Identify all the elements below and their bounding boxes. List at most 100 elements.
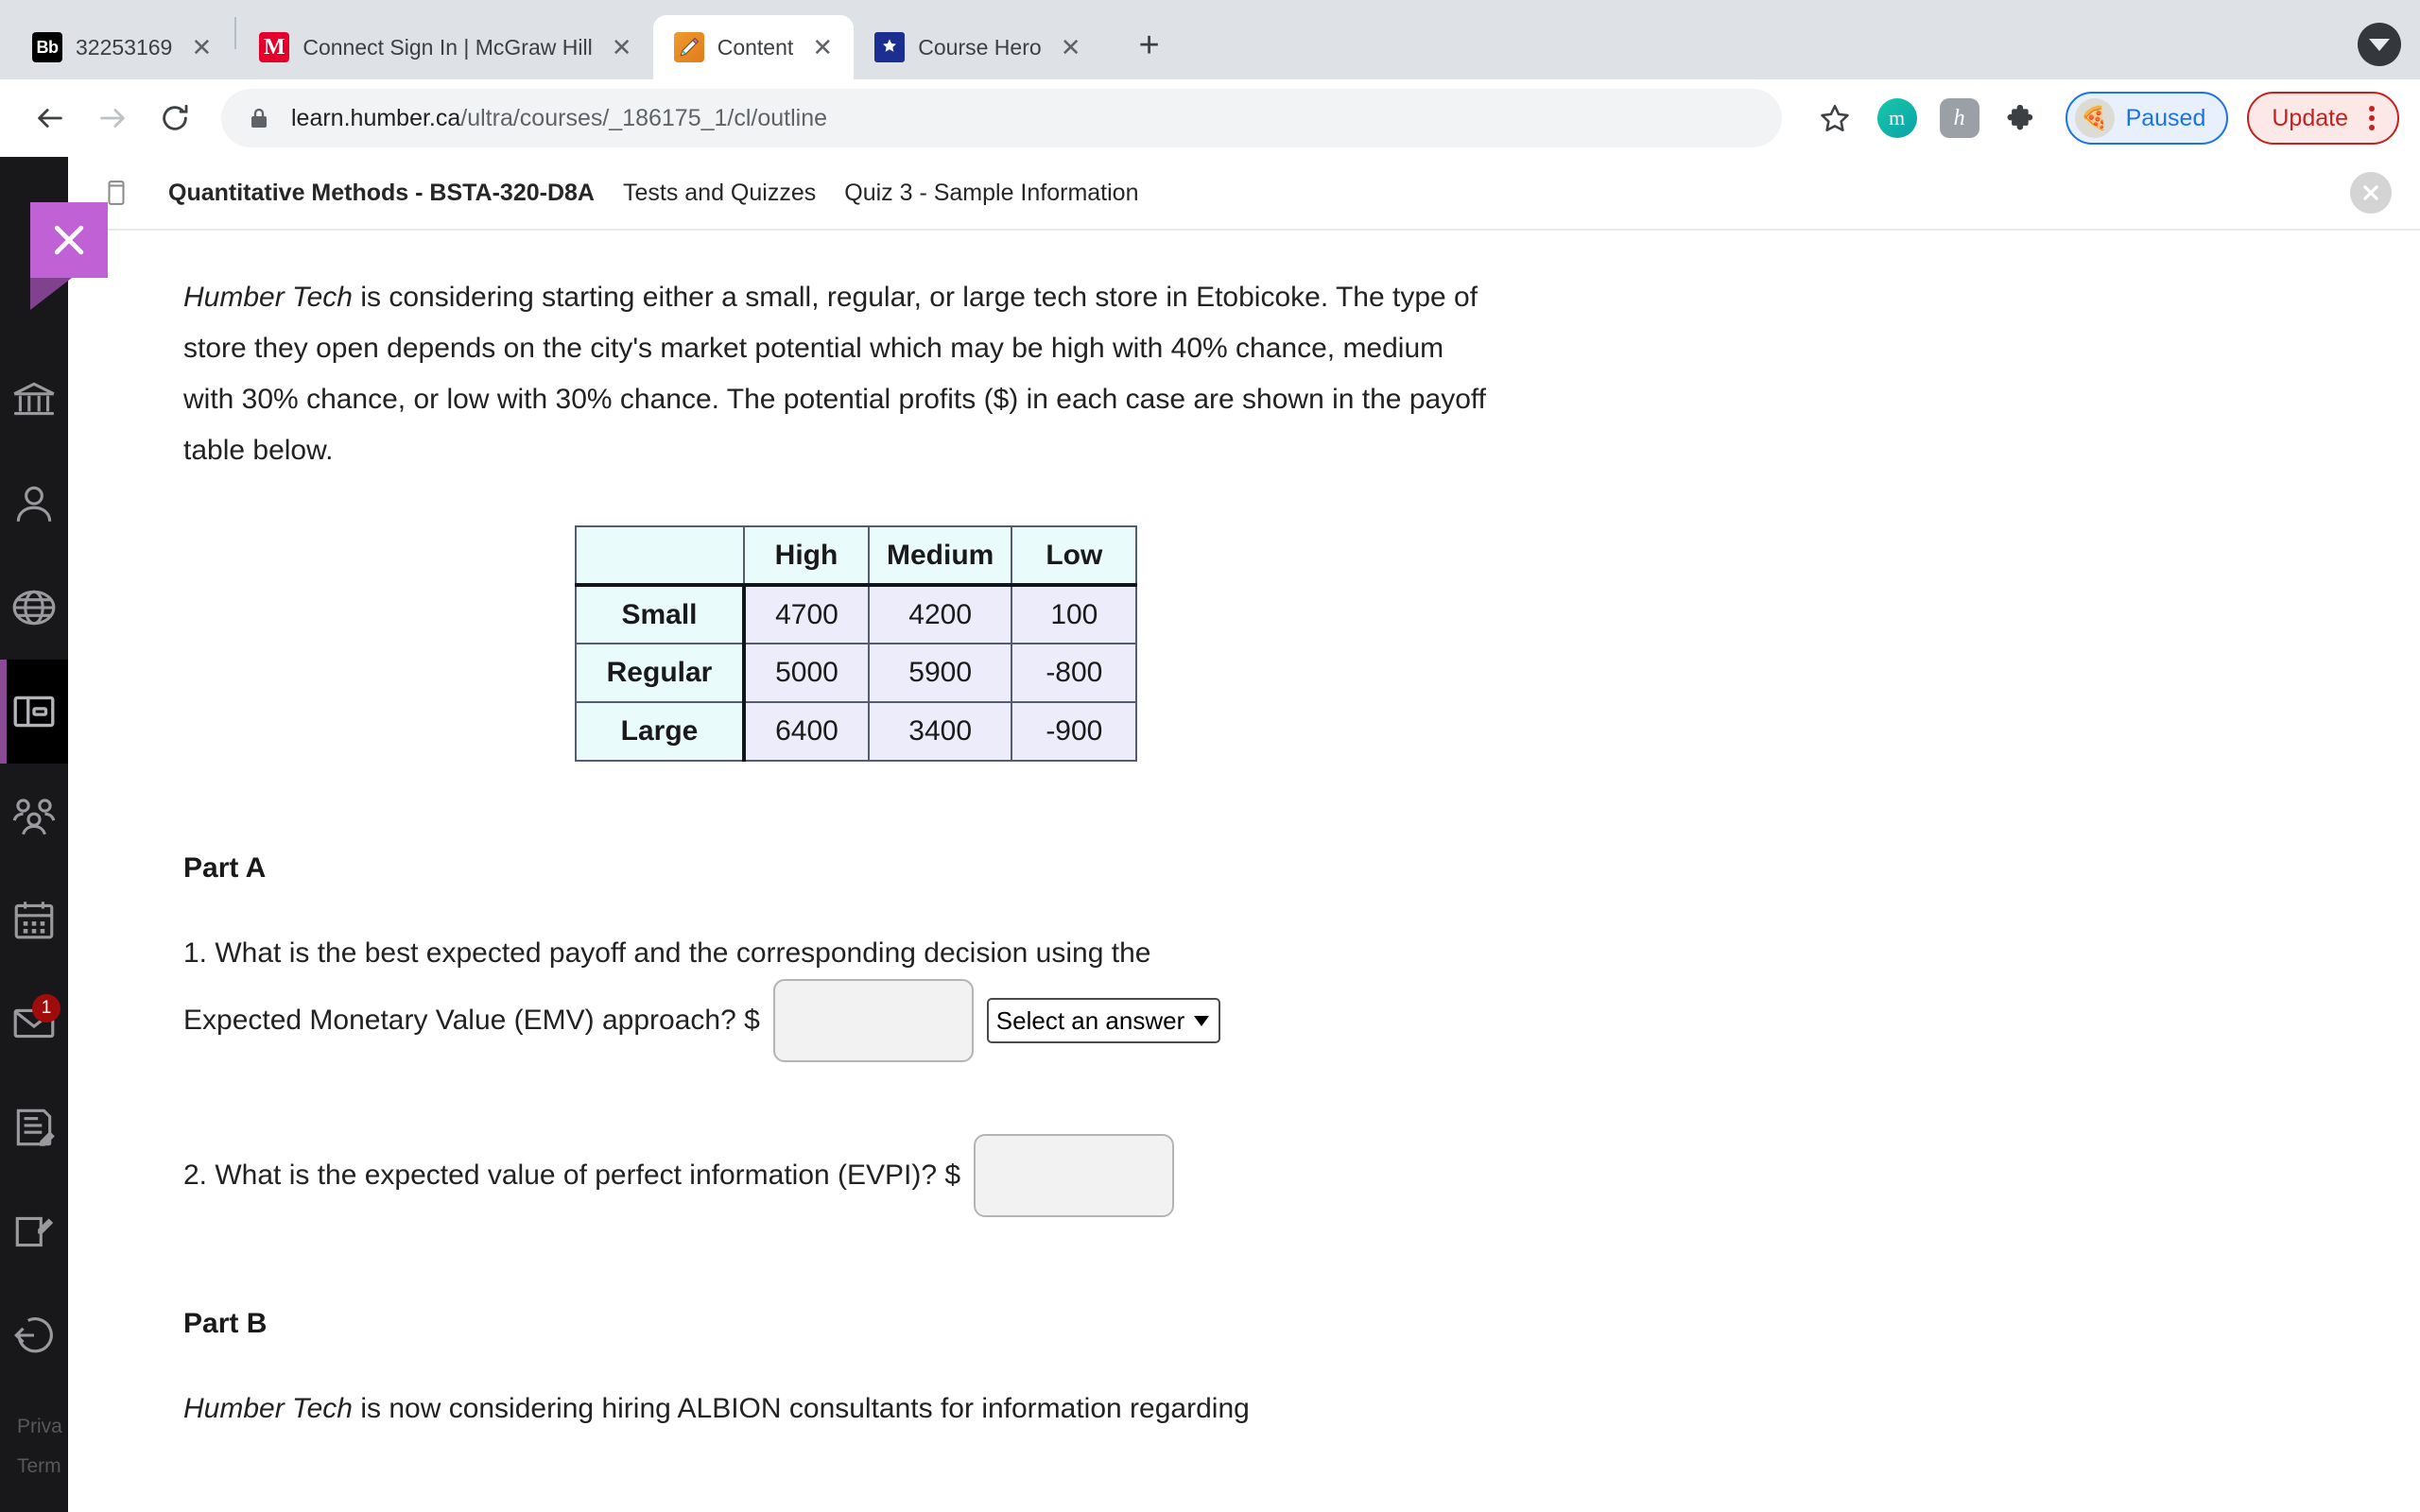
row-label-regular: Regular: [575, 643, 746, 703]
mcgrawhill-icon: M: [259, 32, 290, 62]
question-intro: Humber Tech is considering starting eith…: [183, 272, 1497, 476]
question-2-answer-row: 2. What is the expected value of perfect…: [183, 1134, 2420, 1217]
profile-extension-icon[interactable]: m: [1871, 92, 1924, 145]
forward-button[interactable]: [83, 89, 142, 147]
browser-menu-icon[interactable]: [2356, 106, 2388, 130]
question-1-answer-row: Expected Monetary Value (EMV) approach? …: [183, 979, 2420, 1062]
adblock-paused-button[interactable]: 🍕 Paused: [2065, 92, 2229, 145]
tab-title: 32253169: [76, 34, 173, 60]
breadcrumb: Quantitative Methods - BSTA-320-D8A Test…: [68, 157, 2420, 231]
sidebar-item-organizations[interactable]: [0, 764, 68, 868]
cell-small-low: 100: [1011, 583, 1138, 644]
emv-decision-select[interactable]: Select an answer: [986, 998, 1221, 1043]
page-viewport: 1 Priva Term Quantitative Methods - BSTA…: [0, 157, 2420, 1512]
breadcrumb-tests-and-quizzes[interactable]: Tests and Quizzes: [623, 180, 816, 207]
chevron-down-icon[interactable]: [2358, 23, 2401, 66]
reload-button[interactable]: [146, 89, 204, 147]
part-b-text: Humber Tech is now considering hiring AL…: [183, 1383, 1497, 1435]
emv-decision-select-value: Select an answer: [995, 1005, 1185, 1035]
url-domain: learn.humber.ca: [291, 104, 461, 131]
extensions-puzzle-icon[interactable]: [1996, 92, 2048, 145]
tab-close-icon[interactable]: ✕: [185, 31, 217, 63]
table-row: Small 4700 4200 100: [575, 583, 1138, 644]
terms-link[interactable]: Term: [17, 1455, 68, 1478]
update-button[interactable]: Update: [2247, 92, 2399, 145]
part-b-body: is now considering hiring ALBION consult…: [352, 1393, 1250, 1424]
honey-letter: h: [1939, 98, 1979, 138]
cell-regular-high: 5000: [743, 643, 870, 703]
cell-regular-low: -800: [1011, 643, 1138, 703]
tab-close-icon[interactable]: ✕: [1055, 31, 1087, 63]
browser-toolbar: learn.humber.ca/ultra/courses/_186175_1/…: [0, 79, 2420, 157]
browser-tab-0[interactable]: Bb 32253169 ✕: [11, 15, 233, 79]
tab-title: Connect Sign In | McGraw Hill: [302, 34, 593, 60]
profile-avatar: m: [1876, 98, 1917, 138]
table-row: Large 6400 3400 -900: [575, 701, 1138, 762]
cell-small-high: 4700: [743, 583, 870, 644]
pencil-icon: [673, 32, 704, 62]
cell-large-high: 6400: [743, 701, 870, 762]
browser-window: Bb 32253169 ✕ M Connect Sign In | McGraw…: [0, 0, 2420, 1512]
sidebar-item-tools[interactable]: [0, 1179, 68, 1283]
sidebar-item-activity-stream[interactable]: [0, 556, 68, 660]
bookmark-star-icon[interactable]: [1808, 92, 1861, 145]
new-tab-button[interactable]: +: [1123, 19, 1176, 72]
tab-close-icon[interactable]: ✕: [806, 31, 838, 63]
tab-divider: [234, 17, 237, 49]
blackboard-icon: Bb: [32, 32, 62, 62]
cell-small-medium: 4200: [867, 583, 1013, 644]
address-bar[interactable]: learn.humber.ca/ultra/courses/_186175_1/…: [221, 89, 1782, 147]
sidebar-item-signout[interactable]: [0, 1283, 68, 1387]
chevron-down-icon: [1194, 1015, 1210, 1026]
close-icon[interactable]: [2350, 172, 2392, 214]
lms-left-rail: 1 Priva Term: [0, 157, 108, 1512]
honey-extension-icon[interactable]: h: [1933, 92, 1986, 145]
part-a-heading: Part A: [183, 852, 267, 884]
lock-icon: [248, 106, 270, 130]
tab-close-icon[interactable]: ✕: [606, 31, 638, 63]
emv-amount-input[interactable]: [772, 979, 974, 1062]
url-path: /ultra/courses/_186175_1/cl/outline: [460, 104, 828, 131]
table-col-high: High: [743, 525, 870, 586]
paused-label: Paused: [2125, 104, 2206, 131]
breadcrumb-course[interactable]: Quantitative Methods - BSTA-320-D8A: [168, 180, 595, 207]
tabstrip-right-controls: [2358, 23, 2401, 66]
payoff-table: High Medium Low Small 4700 4200 100 Regu…: [575, 525, 1138, 762]
row-label-small: Small: [575, 583, 746, 644]
part-b-heading: Part B: [183, 1308, 268, 1339]
pizza-icon: 🍕: [2074, 98, 2115, 138]
messages-badge: 1: [32, 994, 60, 1022]
privacy-link[interactable]: Priva: [17, 1416, 68, 1438]
browser-tab-1[interactable]: M Connect Sign In | McGraw Hill ✕: [238, 15, 652, 79]
intro-company-name: Humber Tech: [183, 282, 353, 313]
cell-large-low: -900: [1011, 701, 1138, 762]
sidebar-item-grades[interactable]: [0, 1075, 68, 1179]
browser-tab-2[interactable]: Content ✕: [652, 15, 855, 79]
table-col-medium: Medium: [867, 525, 1013, 586]
sidebar-item-messages[interactable]: 1: [0, 971, 68, 1075]
evpi-amount-input[interactable]: [974, 1134, 1175, 1217]
sidebar-item-institution[interactable]: [0, 348, 68, 452]
sidebar-item-courses[interactable]: [0, 660, 68, 764]
question-1-line-1: 1. What is the best expected payoff and …: [183, 937, 1151, 969]
update-label: Update: [2272, 104, 2348, 131]
payoff-table-wrapper: High Medium Low Small 4700 4200 100 Regu…: [183, 525, 2420, 762]
intro-body: is considering starting either a small, …: [183, 282, 1487, 466]
table-header-row: High Medium Low: [575, 525, 1138, 586]
course-content-area: Quantitative Methods - BSTA-320-D8A Test…: [68, 157, 2420, 1512]
sidebar-item-profile[interactable]: [0, 452, 68, 556]
breadcrumb-quiz-item[interactable]: Quiz 3 - Sample Information: [844, 180, 1138, 207]
row-label-large: Large: [575, 701, 746, 762]
table-row: Regular 5000 5900 -800: [575, 643, 1138, 703]
close-menu-button[interactable]: [30, 202, 108, 310]
url-text: learn.humber.ca/ultra/courses/_186175_1/…: [291, 105, 827, 132]
sidebar-item-calendar[interactable]: [0, 868, 68, 971]
tab-strip: Bb 32253169 ✕ M Connect Sign In | McGraw…: [0, 0, 2420, 79]
back-button[interactable]: [21, 89, 79, 147]
browser-tab-3[interactable]: Course Hero ✕: [854, 15, 1101, 79]
